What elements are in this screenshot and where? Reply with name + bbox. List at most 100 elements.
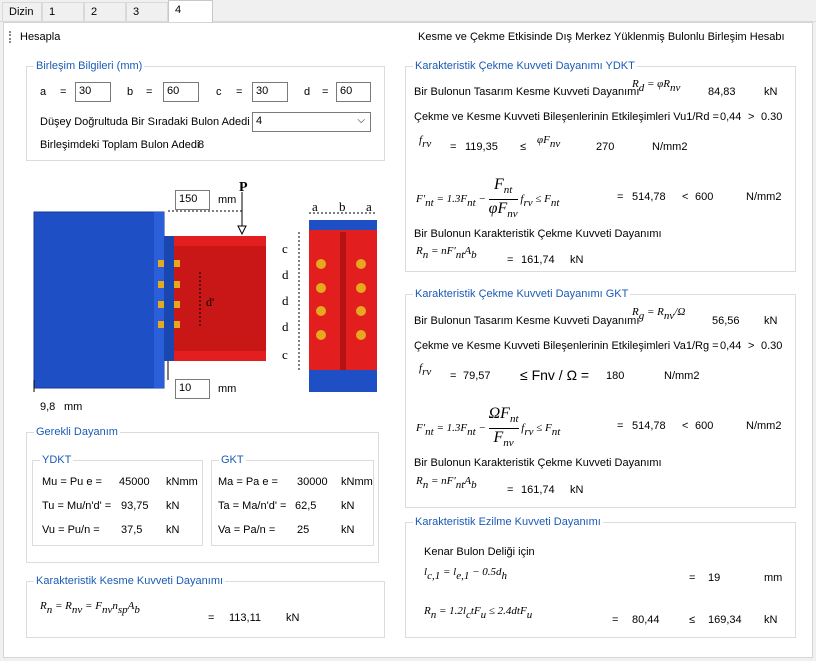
tab-1[interactable]: 1 <box>42 2 84 21</box>
c-label: c <box>216 86 222 98</box>
tab-bar: Dizin 1 2 3 4 <box>0 0 816 22</box>
ydkt-frv-limit: 270 <box>596 141 615 153</box>
ydkt-rn-unit: kN <box>570 254 584 266</box>
gkt-fnt-eq: = <box>617 420 624 432</box>
ydkt-title: YDKT <box>40 454 74 466</box>
c-eq: = <box>236 86 243 98</box>
chevron-down-icon[interactable]: ⌵ <box>357 115 365 126</box>
shear-value: 113,11 <box>229 612 262 624</box>
tu-label: Tu = Mu/n'd' = <box>42 500 112 512</box>
side-d1-label: d <box>282 267 289 282</box>
tu-unit: kN <box>166 500 180 512</box>
gkt-inter-op: > <box>748 340 755 352</box>
d-label: d <box>304 86 311 98</box>
ta-unit: kN <box>341 500 355 512</box>
hesapla-button[interactable]: Hesapla <box>20 31 60 43</box>
d-input[interactable]: 60 <box>336 82 371 102</box>
tension-gkt-title: Karakteristik Çekme Kuvveti Dayanımı GKT <box>413 288 631 300</box>
ecc-unit: mm <box>218 194 237 206</box>
gkt-frv-limit: 180 <box>606 370 625 382</box>
ydkt-inter-label: Çekme ve Kesme Kuvveti Bileşenlerinin Et… <box>414 111 719 123</box>
section-web <box>340 232 346 382</box>
ydkt-frv-eq: = <box>450 141 457 153</box>
lc-value: 19 <box>708 572 721 584</box>
connection-drawing <box>33 192 377 392</box>
ydkt-design-formula: Rd = φRnv <box>632 78 681 94</box>
ydkt-inter-value: 0,44 <box>720 111 742 123</box>
mu-label: Mu = Pu e = <box>42 476 102 488</box>
mu-value: 45000 <box>119 476 150 488</box>
a-input[interactable]: 30 <box>75 82 111 102</box>
connection-info-title: Birleşim Bilgileri (mm) <box>34 60 145 72</box>
va-unit: kN <box>341 524 355 536</box>
section-top-flange <box>309 220 377 230</box>
required-strength-title: Gerekli Dayanım <box>34 426 120 438</box>
gkt-title: GKT <box>219 454 246 466</box>
d-eq: = <box>322 86 329 98</box>
ydkt-rn-value: 161,74 <box>521 254 555 266</box>
gkt-char-label: Bir Bulonun Karakteristik Çekme Kuvveti … <box>414 457 662 469</box>
shear-title: Karakteristik Kesme Kuvveti Dayanımı <box>34 575 226 587</box>
gkt-fnt-value: 514,78 <box>632 420 666 432</box>
thickness-unit: mm <box>64 401 83 413</box>
tab-4[interactable]: 4 <box>168 0 213 22</box>
bearing-op: ≤ <box>689 614 696 626</box>
bearing-value: 80,44 <box>632 614 660 626</box>
ydkt-fnt-formula: F′nt = 1.3Fnt − Fnt φFnv frv ≤ Fnt <box>416 176 560 220</box>
b-input[interactable]: 60 <box>163 82 199 102</box>
top-b-label: b <box>339 199 346 214</box>
gkt-fnt-unit: N/mm2 <box>746 420 782 432</box>
gkt-frv-unit: N/mm2 <box>664 370 700 382</box>
shear-formula: Rn = Rnv = FnvnspAb <box>40 600 140 616</box>
side-d2-label: d <box>282 293 289 308</box>
a-eq: = <box>60 86 67 98</box>
gkt-inter-limit: 0.30 <box>761 340 783 352</box>
load-label: P <box>239 180 248 195</box>
gkt-frv-op: ≤ Fnv / Ω = <box>520 367 590 383</box>
ydkt-design-value: 84,83 <box>708 86 736 98</box>
ydkt-frv-op: ≤ <box>520 141 527 153</box>
c-input[interactable]: 30 <box>252 82 288 102</box>
ydkt-design-unit: kN <box>764 86 778 98</box>
total-bolt-label: Birleşimdeki Toplam Bulon Adedi <box>40 139 200 151</box>
tab-3[interactable]: 3 <box>126 2 168 21</box>
toolbar-grip-icon <box>9 31 11 43</box>
ydkt-frv-formula: frv <box>419 134 432 150</box>
gkt-frv-value: 79,57 <box>463 370 491 382</box>
side-c2-label: c <box>282 347 288 362</box>
va-label: Va = Pa/n = <box>218 524 276 536</box>
ta-label: Ta = Ma/n'd' = <box>218 500 287 512</box>
ecc-input[interactable]: 150 <box>175 190 210 210</box>
ydkt-fnt-unit: N/mm2 <box>746 191 782 203</box>
b-label: b <box>127 86 134 98</box>
gap-unit: mm <box>218 383 237 395</box>
top-a1-label: a <box>312 199 318 214</box>
ma-label: Ma = Pa e = <box>218 476 278 488</box>
gkt-rn-value: 161,74 <box>521 484 555 496</box>
gkt-design-value: 56,56 <box>712 315 740 327</box>
shear-eq: = <box>208 612 215 624</box>
tab-dizin[interactable]: Dizin <box>2 2 42 21</box>
vu-unit: kN <box>166 524 180 536</box>
tab-2[interactable]: 2 <box>84 2 126 21</box>
section-base <box>309 370 377 392</box>
side-d3-label: d <box>282 319 289 334</box>
ydkt-char-label: Bir Bulonun Karakteristik Çekme Kuvveti … <box>414 228 662 240</box>
bearing-formula: Rn = 1.2lctFu ≤ 2.4dtFu <box>424 605 533 621</box>
ydkt-phi-fnv: φFnv <box>537 134 561 150</box>
ydkt-frv-value: 119,35 <box>465 141 498 153</box>
gap-input[interactable]: 10 <box>175 379 210 399</box>
row-bolt-select[interactable]: 4 ⌵ <box>252 112 371 132</box>
ma-unit: kNmm <box>341 476 373 488</box>
dprime-label: d' <box>206 295 215 309</box>
edge-bolt-label: Kenar Bulon Deliği için <box>424 546 535 558</box>
bearing-title: Karakteristik Ezilme Kuvveti Dayanımı <box>413 516 603 528</box>
gkt-inter-value: 0,44 <box>720 340 742 352</box>
column-flange <box>33 211 165 389</box>
ydkt-inter-limit: 0.30 <box>761 111 783 123</box>
ydkt-fnt-limit: 600 <box>695 191 714 203</box>
ydkt-fnt-op: < <box>682 191 689 203</box>
beam-top-flange <box>174 236 266 246</box>
gkt-rn-unit: kN <box>570 484 584 496</box>
b-eq: = <box>146 86 153 98</box>
